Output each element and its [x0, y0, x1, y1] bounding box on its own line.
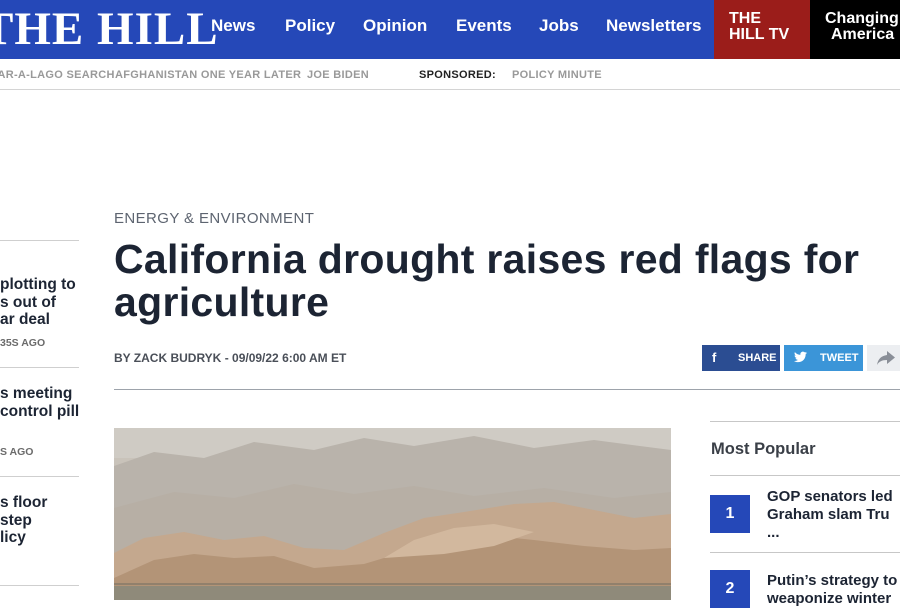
- article-category[interactable]: ENERGY & ENVIRONMENT: [114, 210, 314, 227]
- sidebar-story-2-time: S AGO: [0, 446, 34, 458]
- sidebar-divider: [0, 367, 79, 368]
- article-headline: California drought raises red flags for …: [114, 236, 860, 325]
- header-divider: [114, 389, 900, 390]
- sidebar-divider: [0, 476, 79, 477]
- sidebar-story-1-line2: s out of: [0, 293, 56, 311]
- byline-prefix: BY: [114, 351, 134, 365]
- sidebar-story-3-line1: s floor: [0, 494, 48, 511]
- nav-newsletters[interactable]: Newsletters: [606, 16, 701, 36]
- article-byline: BY ZACK BUDRYK - 09/09/22 6:00 AM ET: [114, 351, 346, 365]
- nav-news[interactable]: News: [211, 16, 255, 36]
- nav-jobs[interactable]: Jobs: [539, 16, 579, 36]
- most-popular-top-rule: [710, 421, 900, 422]
- sidebar-story-1-line1: plotting to: [0, 276, 76, 293]
- most-popular-rank-1: 1: [710, 495, 750, 533]
- top-navigation-bar: THE HILL News Policy Opinion Events Jobs…: [0, 0, 900, 59]
- hill-tv-line2: HILL TV: [729, 26, 790, 43]
- most-popular-item-2[interactable]: Putin’s strategy to weaponize winter: [767, 572, 900, 608]
- sidebar-story-2-line2: control pill: [0, 402, 80, 420]
- sponsored-label: SPONSORED:: [419, 69, 496, 81]
- most-popular-item-2-line1: Putin’s strategy to: [767, 572, 898, 589]
- nav-opinion[interactable]: Opinion: [363, 16, 427, 36]
- most-popular-divider: [710, 475, 900, 476]
- most-popular-rank-2: 2: [710, 570, 750, 608]
- most-popular-item-1[interactable]: GOP senators led Graham slam Tru ...: [767, 488, 900, 542]
- most-popular-item-1-line1: GOP senators led: [767, 488, 893, 505]
- nav-events[interactable]: Events: [456, 16, 512, 36]
- hill-tv-line1: THE: [729, 10, 761, 27]
- sidebar-story-2[interactable]: s meeting control pill: [0, 385, 82, 420]
- the-hill-logo[interactable]: THE HILL: [0, 4, 219, 54]
- sidebar-story-1[interactable]: plotting to s out of ar deal: [0, 276, 82, 329]
- sidebar-story-3-line3: licy: [0, 529, 26, 546]
- most-popular-divider: [710, 552, 900, 553]
- sidebar-divider: [0, 240, 79, 241]
- changing-america-line2: America: [831, 26, 895, 43]
- trending-mar-a-lago[interactable]: MAR-A-LAGO SEARCH: [0, 69, 115, 81]
- most-popular-title: Most Popular: [711, 440, 816, 458]
- twitter-share-button[interactable]: TWEET: [784, 345, 863, 371]
- facebook-share-label: SHARE: [738, 352, 777, 364]
- changing-america-line1: Changing: [825, 10, 899, 27]
- nav-policy[interactable]: Policy: [285, 16, 335, 36]
- twitter-share-label: TWEET: [820, 352, 859, 364]
- sidebar-story-3-line2: step: [0, 511, 32, 529]
- sidebar-story-1-line3: ar deal: [0, 311, 50, 328]
- sidebar-story-2-line1: s meeting: [0, 385, 73, 402]
- trending-joe-biden[interactable]: JOE BIDEN: [307, 69, 369, 81]
- facebook-share-button[interactable]: f SHARE: [702, 345, 780, 371]
- sidebar-story-3[interactable]: s floor step licy: [0, 494, 82, 547]
- sponsored-policy-minute[interactable]: POLICY MINUTE: [512, 69, 602, 81]
- most-popular-item-2-line2: weaponize winter: [767, 590, 892, 607]
- sidebar-divider: [0, 585, 79, 586]
- more-share-button[interactable]: [867, 345, 900, 371]
- most-popular-item-1-line2: Graham slam Tru: [767, 506, 890, 523]
- twitter-icon: [794, 351, 807, 366]
- share-arrow-icon: [877, 351, 895, 368]
- facebook-icon: f: [712, 350, 717, 365]
- author-link[interactable]: ZACK BUDRYK: [134, 351, 222, 365]
- article-hero-image: [114, 428, 671, 600]
- trending-subnav: MAR-A-LAGO SEARCH AFGHANISTAN ONE YEAR L…: [0, 59, 900, 90]
- hill-tv-button[interactable]: THE HILL TV: [714, 0, 810, 59]
- trending-afghanistan[interactable]: AFGHANISTAN ONE YEAR LATER: [115, 69, 301, 81]
- publish-date: - 09/09/22 6:00 AM ET: [221, 351, 347, 365]
- changing-america-button[interactable]: Changing America: [810, 0, 900, 59]
- sidebar-story-1-time: 35S AGO: [0, 337, 46, 349]
- most-popular-item-1-line3: ...: [767, 524, 780, 541]
